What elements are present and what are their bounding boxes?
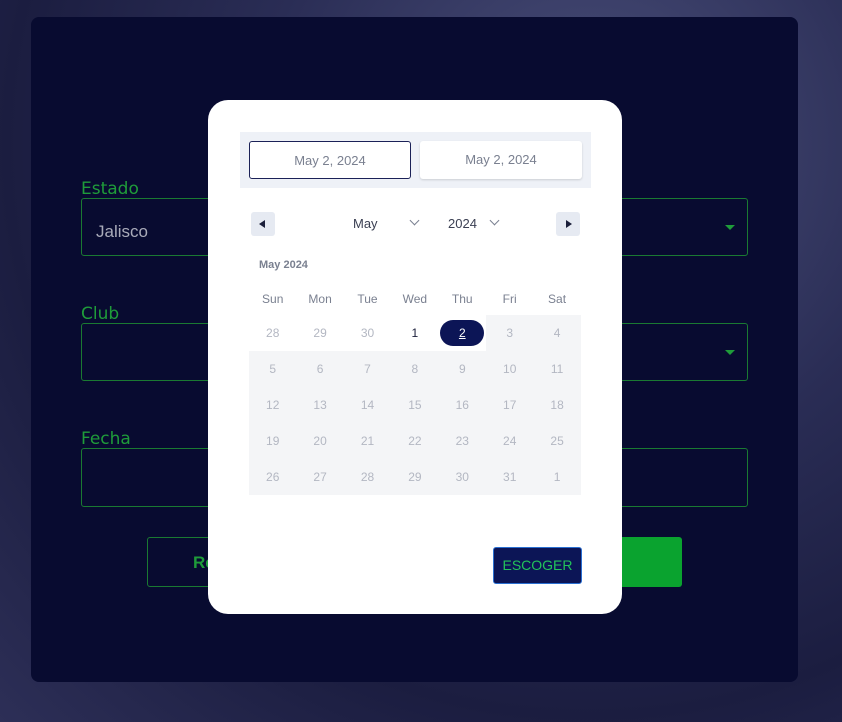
calendar-day-number: 3 xyxy=(506,326,514,340)
calendar-day[interactable]: 6 xyxy=(296,351,343,387)
calendar-day-number: 1 xyxy=(411,326,419,340)
calendar-day-number: 16 xyxy=(455,398,469,412)
calendar-day[interactable]: 23 xyxy=(439,423,486,459)
calendar-day-number: 17 xyxy=(503,398,517,412)
calendar-day-number: 25 xyxy=(550,434,564,448)
calendar-day[interactable]: 29 xyxy=(296,315,343,351)
calendar-day[interactable]: 31 xyxy=(486,459,533,495)
calendar-day-number: 7 xyxy=(364,362,371,376)
calendar-day-number: 18 xyxy=(550,398,564,412)
calendar-day[interactable]: 20 xyxy=(296,423,343,459)
weekday-wed: Wed xyxy=(402,292,428,306)
calendar-day[interactable]: 28 xyxy=(344,459,391,495)
weekday-sat: Sat xyxy=(548,292,567,306)
calendar-day-number: 6 xyxy=(316,362,324,376)
start-date-field[interactable]: May 2, 2024 xyxy=(249,141,411,179)
weekday-header: Sun Mon Tue Wed Thu Fri Sat xyxy=(249,292,581,306)
calendar-day-number: 2 xyxy=(458,326,466,340)
calendar-day[interactable]: 28 xyxy=(249,315,296,351)
calendar-day-number: 20 xyxy=(313,434,327,448)
calendar-day-number: 28 xyxy=(360,470,375,484)
calendar-day[interactable]: 7 xyxy=(344,351,391,387)
calendar-day-number: 5 xyxy=(269,362,277,376)
calendar-day-number: 19 xyxy=(266,434,280,448)
calendar-day[interactable]: 18 xyxy=(533,387,580,423)
weekday-mon: Mon xyxy=(308,292,332,306)
weekday-thu: Thu xyxy=(451,292,473,306)
calendar-day[interactable]: 29 xyxy=(391,459,438,495)
date-picker-dialog: May 2, 2024 May 2, 2024 May 2024 May 202… xyxy=(208,100,622,614)
calendar-day[interactable]: 1 xyxy=(533,459,580,495)
weekday-sun: Sun xyxy=(262,292,284,306)
month-select[interactable]: May xyxy=(353,216,378,231)
date-range-bar: May 2, 2024 May 2, 2024 xyxy=(240,132,591,188)
calendar-grid: 28 29 30 1 2 3 4 5 6 7 8 9 10 11 12 13 14 15 16 17 18 19 20 21 2… xyxy=(249,315,581,495)
calendar-day-number: 13 xyxy=(313,398,327,412)
calendar-day[interactable]: 12 xyxy=(249,387,296,423)
calendar-day-number: 28 xyxy=(266,326,280,340)
calendar-day-number: 27 xyxy=(313,470,327,484)
calendar-day-number: 12 xyxy=(266,398,280,412)
calendar-day-number: 31 xyxy=(503,470,517,484)
calendar-day-number: 21 xyxy=(360,434,375,448)
calendar-day-number: 8 xyxy=(411,362,419,376)
calendar-day[interactable]: 24 xyxy=(486,423,533,459)
calendar-day[interactable]: 22 xyxy=(391,423,438,459)
year-select[interactable]: 2024 xyxy=(448,216,477,231)
calendar-day[interactable]: 8 xyxy=(391,351,438,387)
calendar-day-number: 1 xyxy=(553,470,561,484)
calendar-day-number: 24 xyxy=(503,434,517,448)
chevron-down-icon xyxy=(489,215,500,226)
calendar-day-number: 23 xyxy=(455,434,469,448)
next-month-button[interactable] xyxy=(556,212,580,236)
calendar-day[interactable]: 17 xyxy=(486,387,533,423)
prev-month-button[interactable] xyxy=(251,212,275,236)
weekday-tue: Tue xyxy=(357,292,378,306)
calendar-day[interactable]: 5 xyxy=(249,351,296,387)
calendar-day[interactable]: 13 xyxy=(296,387,343,423)
calendar-day[interactable]: 1 xyxy=(391,315,438,351)
calendar-day[interactable]: 27 xyxy=(296,459,343,495)
calendar-day[interactable]: 19 xyxy=(249,423,296,459)
calendar-day[interactable]: 2 xyxy=(439,315,486,351)
calendar-day-number: 30 xyxy=(360,326,375,340)
calendar-day-number: 29 xyxy=(408,470,422,484)
calendar-day[interactable]: 16 xyxy=(439,387,486,423)
calendar-day[interactable]: 21 xyxy=(344,423,391,459)
calendar-day[interactable]: 30 xyxy=(344,315,391,351)
arrow-left-icon xyxy=(259,220,265,228)
calendar-day[interactable]: 9 xyxy=(439,351,486,387)
calendar-day[interactable]: 14 xyxy=(344,387,391,423)
calendar-day-number: 11 xyxy=(550,362,564,376)
calendar-day[interactable]: 25 xyxy=(533,423,580,459)
chevron-down-icon xyxy=(409,215,420,226)
month-heading: May 2024 xyxy=(259,259,308,271)
calendar-day[interactable]: 4 xyxy=(533,315,580,351)
calendar-day[interactable]: 15 xyxy=(391,387,438,423)
calendar-day[interactable]: 11 xyxy=(533,351,580,387)
calendar-day[interactable]: 10 xyxy=(486,351,533,387)
calendar-day-number: 29 xyxy=(313,326,327,340)
calendar-day-number: 26 xyxy=(266,470,280,484)
calendar-day-number: 4 xyxy=(553,326,561,340)
calendar-day-number: 10 xyxy=(503,362,517,376)
calendar-day[interactable]: 3 xyxy=(486,315,533,351)
end-date-field[interactable]: May 2, 2024 xyxy=(420,141,582,179)
calendar-day-number: 15 xyxy=(408,398,422,412)
choose-button[interactable]: ESCOGER xyxy=(493,547,582,584)
calendar-day-number: 30 xyxy=(455,470,469,484)
calendar-day[interactable]: 26 xyxy=(249,459,296,495)
calendar-day[interactable]: 30 xyxy=(439,459,486,495)
calendar-day-number: 14 xyxy=(360,398,375,412)
calendar-day-number: 9 xyxy=(458,362,466,376)
weekday-fri: Fri xyxy=(502,292,517,306)
calendar-day-number: 22 xyxy=(408,434,422,448)
arrow-right-icon xyxy=(566,220,572,228)
